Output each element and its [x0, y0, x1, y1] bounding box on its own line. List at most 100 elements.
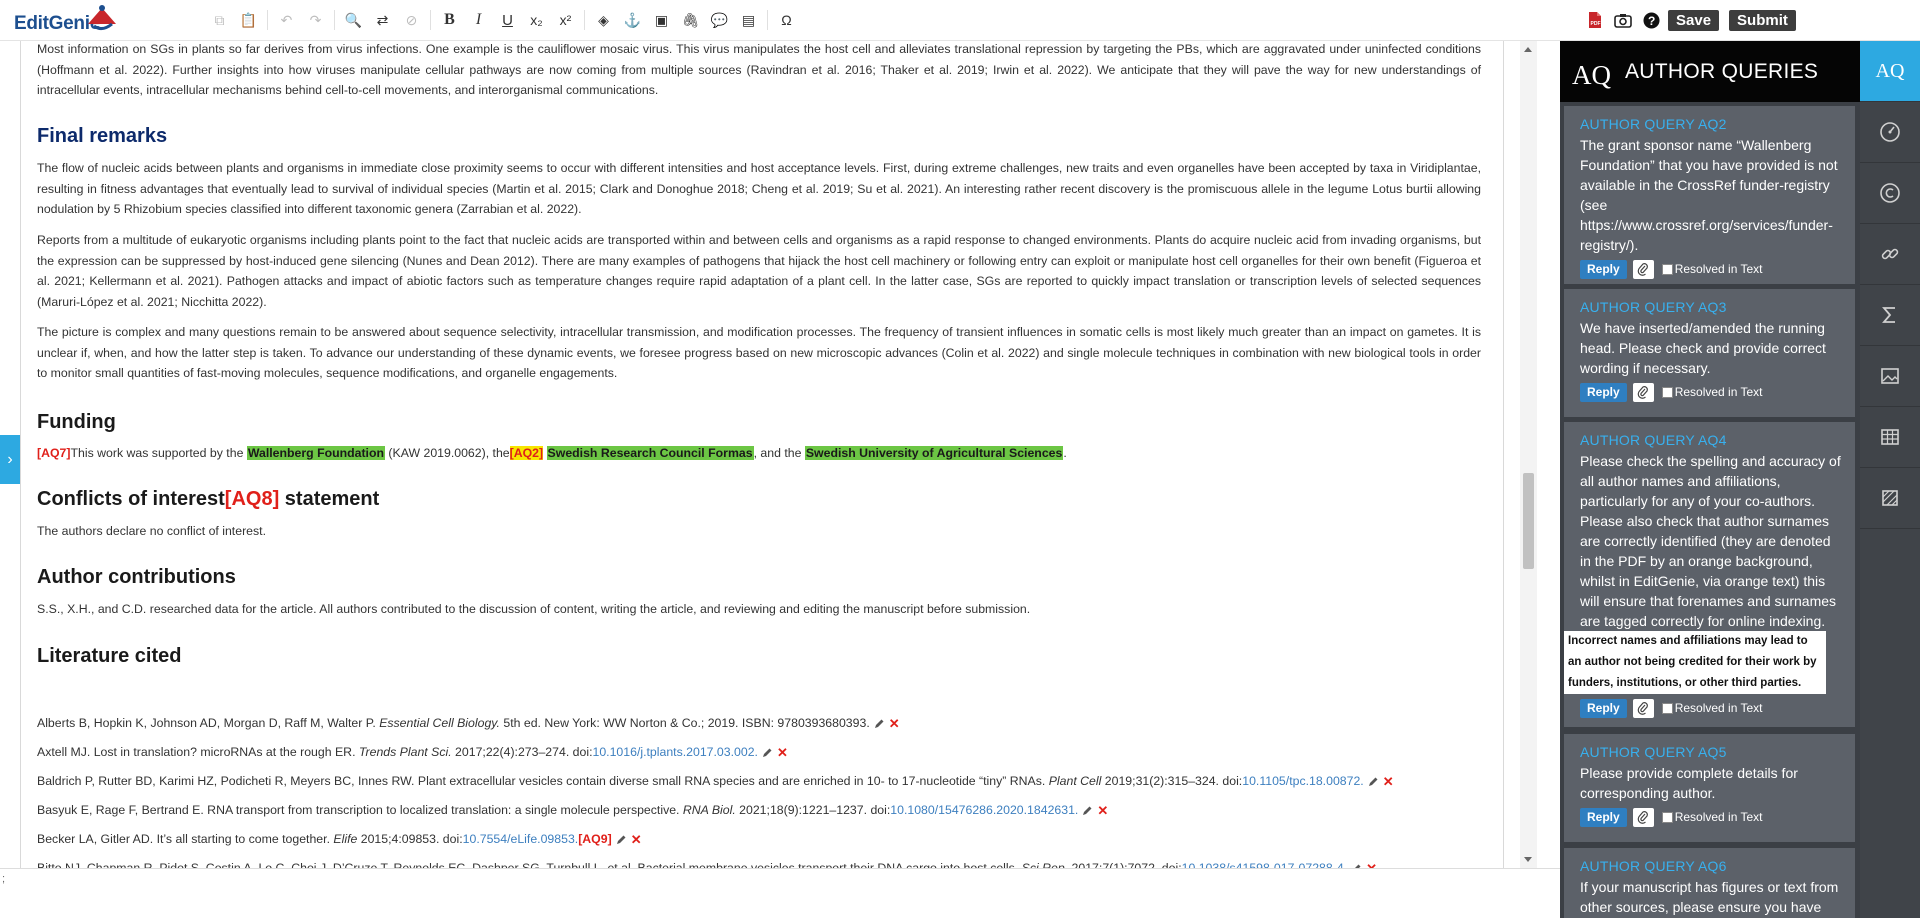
delete-icon[interactable]: ✕	[631, 832, 642, 848]
scroll-up-arrow-icon[interactable]	[1524, 47, 1532, 52]
author-query-actions: Reply Resolved in Text	[1580, 807, 1843, 827]
paperclip-icon[interactable]	[1632, 807, 1654, 827]
rail-link-icon[interactable]	[1860, 224, 1920, 285]
author-query-card: AUTHOR QUERY AQ6 If your manuscript has f…	[1564, 848, 1855, 918]
author-query-title[interactable]: AUTHOR QUERY AQ2	[1580, 116, 1843, 132]
anchor-icon[interactable]: ⚓	[618, 9, 647, 31]
reply-button[interactable]: Reply	[1580, 382, 1627, 402]
paperclip-icon[interactable]	[1632, 259, 1654, 279]
reference-doi-link[interactable]: 10.1080/15476286.2020.1842631.	[890, 803, 1078, 817]
scroll-down-arrow-icon[interactable]	[1524, 857, 1532, 862]
camera-icon[interactable]	[1612, 9, 1634, 31]
rail-copyright-icon[interactable]	[1860, 163, 1920, 224]
subscript-icon[interactable]: x₂	[522, 9, 551, 31]
underline-icon[interactable]: U	[493, 9, 522, 31]
submit-button[interactable]: Submit	[1729, 9, 1796, 31]
help-icon[interactable]: ?	[1640, 9, 1662, 31]
author-query-title[interactable]: AUTHOR QUERY AQ5	[1580, 744, 1843, 760]
reply-button[interactable]: Reply	[1580, 807, 1627, 827]
omega-icon[interactable]: Ω	[772, 9, 801, 31]
author-query-title[interactable]: AUTHOR QUERY AQ4	[1580, 432, 1843, 448]
find-replace-icon[interactable]: ⇄	[368, 9, 397, 31]
paragraph-final-2[interactable]: Reports from a multitude of eukaryotic o…	[37, 230, 1481, 313]
reference-doi-link[interactable]: 10.1105/tpc.18.00872.	[1242, 774, 1363, 788]
paragraph-intro[interactable]: Most information on SGs in plants so far…	[37, 41, 1481, 101]
author-query-title[interactable]: AUTHOR QUERY AQ3	[1580, 299, 1843, 315]
bold-icon[interactable]: B	[435, 9, 464, 31]
aq8-marker[interactable]: [AQ8]	[225, 488, 279, 510]
reference-item[interactable]: Becker LA, Gitler AD. It’s all starting …	[37, 831, 642, 848]
funder-wallenberg[interactable]: Wallenberg Foundation	[246, 446, 385, 460]
resolved-checkbox[interactable]	[1661, 386, 1673, 398]
reference-doi-link[interactable]: 10.1016/j.tplants.2017.03.002.	[593, 745, 758, 759]
paragraph-final-3[interactable]: The picture is complex and many question…	[37, 322, 1481, 384]
toolbar-separator	[334, 10, 335, 30]
reply-button[interactable]: Reply	[1580, 698, 1627, 718]
aq9-marker[interactable]: [AQ9]	[578, 832, 611, 846]
author-query-title[interactable]: AUTHOR QUERY AQ6	[1580, 858, 1843, 874]
resolved-checkbox[interactable]	[1661, 263, 1673, 275]
delete-icon[interactable]: ✕	[889, 716, 900, 732]
reply-button[interactable]: Reply	[1580, 259, 1627, 279]
track-changes-icon[interactable]: ⊘	[397, 9, 426, 31]
reference-item[interactable]: Alberts B, Hopkin K, Johnson AD, Morgan …	[37, 715, 900, 732]
pencil-icon[interactable]	[1081, 805, 1093, 817]
author-query-card: AUTHOR QUERY AQ5 Please provide complete …	[1564, 734, 1855, 842]
editor-scrollbar[interactable]	[1520, 41, 1537, 868]
paperclip-icon[interactable]	[1632, 382, 1654, 402]
image-insert-icon[interactable]: ▣	[647, 9, 676, 31]
find-icon[interactable]: 🔍	[339, 9, 368, 31]
reference-doi-link[interactable]: 10.7554/eLife.09853.	[463, 832, 579, 846]
superscript-icon[interactable]: x²	[551, 9, 580, 31]
funder-formas[interactable]: Swedish Research Council Formas	[546, 446, 754, 460]
expand-left-panel-button[interactable]: ›	[0, 435, 20, 484]
contributions-text[interactable]: S.S., X.H., and C.D. researched data for…	[37, 599, 1030, 620]
delete-icon[interactable]: ✕	[1097, 803, 1108, 819]
rail-author-queries[interactable]: AQ	[1860, 41, 1920, 102]
undo-icon[interactable]: ↶	[272, 9, 301, 31]
pencil-icon[interactable]	[1367, 776, 1379, 788]
reference-item[interactable]: Axtell MJ. Lost in translation? microRNA…	[37, 744, 788, 761]
reference-item[interactable]: Basyuk E, Rage F, Bertrand E. RNA transp…	[37, 802, 1108, 819]
pencil-icon[interactable]	[615, 834, 627, 846]
manuscript-editor[interactable]: Most information on SGs in plants so far…	[20, 41, 1504, 868]
aq2-marker[interactable]: [AQ2]	[509, 446, 544, 460]
resolved-checkbox[interactable]	[1661, 702, 1673, 714]
paperclip-icon[interactable]	[1632, 698, 1654, 718]
delete-icon[interactable]: ✕	[1383, 774, 1394, 790]
rail-layers-icon[interactable]	[1860, 468, 1920, 529]
scroll-thumb[interactable]	[1523, 473, 1534, 569]
comment-icon[interactable]: 💬	[705, 9, 734, 31]
author-query-card: AUTHOR QUERY AQ4 Please check the spellin…	[1564, 422, 1855, 727]
delete-icon[interactable]: ✕	[777, 745, 788, 761]
reference-journal: Sci Rep.	[1021, 861, 1069, 868]
aq7-marker[interactable]: [AQ7]	[37, 446, 70, 460]
genie-hat-icon	[88, 5, 116, 31]
resolved-checkbox[interactable]	[1661, 811, 1673, 823]
copy-icon[interactable]: ⧉	[205, 9, 234, 31]
rail-sigma-icon[interactable]	[1860, 285, 1920, 346]
paragraph-final-1[interactable]: The flow of nucleic acids between plants…	[37, 158, 1481, 220]
delete-icon[interactable]: ✕	[1366, 861, 1377, 868]
paste-icon[interactable]: 📋	[234, 9, 263, 31]
save-button[interactable]: Save	[1668, 9, 1720, 31]
pdf-icon[interactable]: PDF	[1584, 9, 1606, 31]
pencil-icon[interactable]	[873, 718, 885, 730]
rail-table-icon[interactable]	[1860, 407, 1920, 468]
rail-image-icon[interactable]	[1860, 346, 1920, 407]
funder-slu[interactable]: Swedish University of Agricultural Scien…	[804, 446, 1064, 460]
funding-paragraph[interactable]: [AQ7]This work was supported by the Wall…	[37, 443, 1067, 464]
italic-icon[interactable]: I	[464, 9, 493, 31]
reference-item[interactable]: Baldrich P, Rutter BD, Karimi HZ, Podich…	[37, 773, 1394, 790]
pencil-icon[interactable]	[761, 747, 773, 759]
layers-icon[interactable]: ◈	[589, 9, 618, 31]
reference-item[interactable]: Bitto NJ, Chapman R, Pidot S, Costin A, …	[37, 860, 1377, 868]
heading-literature-cited: Literature cited	[37, 645, 182, 667]
attach-icon[interactable]: 🖇	[676, 9, 705, 31]
reference-doi-link[interactable]: 10.1038/s41598-017-07288-4.	[1182, 861, 1347, 868]
rail-dashboard-icon[interactable]	[1860, 102, 1920, 163]
conflicts-text[interactable]: The authors declare no conflict of inter…	[37, 521, 266, 542]
redo-icon[interactable]: ↷	[301, 9, 330, 31]
chevron-right-icon: ›	[7, 450, 13, 468]
note-icon[interactable]: ▤	[734, 9, 763, 31]
